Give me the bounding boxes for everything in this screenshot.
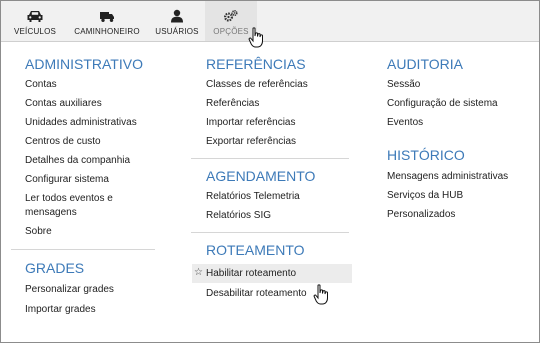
column-left: ADMINISTRATIVO Contas Contas auxiliares … bbox=[11, 53, 169, 319]
tab-options[interactable]: OPÇÕES bbox=[205, 1, 257, 41]
menu-item-contas-auxiliares[interactable]: Contas auxiliares bbox=[25, 94, 169, 113]
menu-item-relatorios-telemetria[interactable]: Relatórios Telemetria bbox=[206, 187, 356, 206]
tab-users-label: USUÁRIOS bbox=[155, 27, 199, 36]
user-icon bbox=[170, 8, 184, 24]
section-title-agendamento: AGENDAMENTO bbox=[206, 168, 316, 184]
menu-item-ler-eventos-line2: mensagens bbox=[25, 207, 77, 218]
menu-item-exportar-referencias[interactable]: Exportar referências bbox=[206, 132, 356, 151]
menu-item-importar-referencias[interactable]: Importar referências bbox=[206, 113, 356, 132]
menu-item-unidades-administrativas[interactable]: Unidades administrativas bbox=[25, 113, 169, 132]
section-divider bbox=[11, 249, 155, 250]
menu-item-habilitar-roteamento[interactable]: ☆ Habilitar roteamento bbox=[192, 264, 352, 283]
tab-vehicles-label: VEÍCULOS bbox=[13, 27, 57, 36]
menu-item-referencias[interactable]: Referências bbox=[206, 94, 356, 113]
truck-icon bbox=[99, 8, 115, 24]
menu-item-centros-de-custo[interactable]: Centros de custo bbox=[25, 132, 169, 151]
top-toolbar: VEÍCULOS CAMINHONEIRO USUÁRIOS OPÇÕES bbox=[1, 1, 539, 42]
menu-item-ler-eventos[interactable]: Ler todos eventos e mensagens bbox=[25, 189, 169, 219]
tab-users[interactable]: USUÁRIOS bbox=[149, 1, 205, 41]
menu-item-sobre[interactable]: Sobre bbox=[25, 219, 169, 241]
section-title-roteamento: ROTEAMENTO bbox=[206, 242, 305, 258]
menu-item-configurar-sistema[interactable]: Configurar sistema bbox=[25, 170, 169, 189]
section-title-historico: HISTÓRICO bbox=[387, 147, 465, 163]
section-title-administrativo: ADMINISTRATIVO bbox=[25, 56, 143, 72]
menu-item-personalizar-grades[interactable]: Personalizar grades bbox=[25, 279, 169, 299]
menu-item-personalizados[interactable]: Personalizados bbox=[387, 205, 537, 224]
car-icon bbox=[26, 8, 44, 24]
menu-item-sessao[interactable]: Sessão bbox=[387, 75, 537, 94]
menu-item-ler-eventos-line1: Ler todos eventos e bbox=[25, 193, 113, 204]
section-divider bbox=[191, 232, 349, 233]
menu-item-desabilitar-roteamento[interactable]: Desabilitar roteamento bbox=[206, 283, 356, 303]
menu-item-servicos-da-hub[interactable]: Serviços da HUB bbox=[387, 186, 537, 205]
menu-item-importar-grades[interactable]: Importar grades bbox=[25, 299, 169, 319]
menu-item-mensagens-administrativas[interactable]: Mensagens administrativas bbox=[387, 166, 537, 186]
menu-item-relatorios-sig[interactable]: Relatórios SIG bbox=[206, 206, 356, 225]
column-right: AUDITORIA Sessão Configuração de sistema… bbox=[387, 53, 537, 224]
column-middle: REFERÊNCIAS Classes de referências Refer… bbox=[191, 53, 356, 303]
tab-trucker[interactable]: CAMINHONEIRO bbox=[67, 1, 147, 41]
tab-options-label: OPÇÕES bbox=[213, 27, 249, 36]
menu-item-detalhes-da-companhia[interactable]: Detalhes da companhia bbox=[25, 151, 169, 170]
star-icon[interactable]: ☆ bbox=[194, 267, 203, 279]
tab-vehicles[interactable]: VEÍCULOS bbox=[7, 1, 63, 41]
options-window: VEÍCULOS CAMINHONEIRO USUÁRIOS OPÇÕES AD… bbox=[0, 0, 540, 343]
tab-trucker-label: CAMINHONEIRO bbox=[74, 27, 140, 36]
menu-item-configuracao-de-sistema[interactable]: Configuração de sistema bbox=[387, 94, 537, 113]
section-title-referencias: REFERÊNCIAS bbox=[206, 56, 306, 72]
menu-item-habilitar-roteamento-label: Habilitar roteamento bbox=[206, 268, 297, 279]
section-title-auditoria: AUDITORIA bbox=[387, 56, 463, 72]
section-divider bbox=[191, 158, 349, 159]
menu-item-contas[interactable]: Contas bbox=[25, 75, 169, 94]
menu-item-classes-de-referencias[interactable]: Classes de referências bbox=[206, 75, 356, 94]
menu-item-eventos[interactable]: Eventos bbox=[387, 113, 537, 132]
gears-icon bbox=[223, 8, 239, 24]
section-title-grades: GRADES bbox=[25, 260, 85, 276]
